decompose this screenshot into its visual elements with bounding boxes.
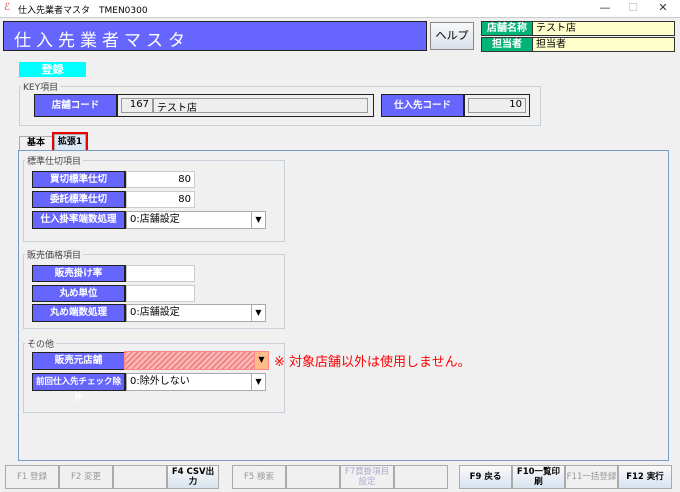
f9-back-button[interactable]: F9 戻る: [459, 465, 512, 489]
rounding-select[interactable]: 0:店舗設定 ▼: [126, 211, 266, 229]
prev-check-exclude-label: 前回仕入先チェック除外: [32, 373, 126, 403]
minimize-button[interactable]: —: [590, 1, 620, 17]
f7-payable-settings-button[interactable]: F7買掛項目設定: [340, 465, 394, 489]
round-fraction-label: 丸め端数処理: [32, 304, 126, 322]
f8-blank-button[interactable]: [394, 465, 448, 489]
title-bar: ℰ 仕入先業者マスタ TMEN0300 — ☐ ✕: [0, 0, 680, 18]
sales-rate-input[interactable]: [126, 265, 195, 282]
supplier-code-input[interactable]: 10: [468, 98, 526, 113]
store-code-input[interactable]: 167: [121, 98, 153, 113]
chevron-down-icon[interactable]: ▼: [251, 374, 265, 390]
round-fraction-select[interactable]: 0:店舗設定 ▼: [126, 304, 266, 322]
chevron-down-icon[interactable]: ▼: [254, 352, 268, 369]
f2-change-button[interactable]: F2 変更: [59, 465, 113, 489]
supplier-code-box: 10: [464, 94, 530, 117]
f12-execute-button[interactable]: F12 実行: [618, 465, 672, 489]
round-unit-input[interactable]: [126, 285, 195, 302]
round-fraction-value: 0:店舗設定: [130, 307, 180, 318]
window-title: 仕入先業者マスタ TMEN0300: [18, 6, 148, 16]
f5-search-button[interactable]: F5 検索: [232, 465, 286, 489]
staff-label: 担当者: [481, 37, 533, 52]
app-icon: ℰ: [4, 2, 11, 13]
consign-rate-input[interactable]: 80: [126, 191, 195, 208]
other-group-label: その他: [25, 337, 57, 350]
rounding-label: 仕入掛率端数処理: [32, 211, 126, 229]
source-store-note: ※ 対象店舗以外は使用しません。: [274, 355, 471, 370]
f11-bulk-register-button[interactable]: F11一括登録: [565, 465, 618, 489]
store-name-display: テスト店: [153, 98, 368, 114]
source-store-select[interactable]: ▼: [124, 351, 269, 370]
prev-check-exclude-value: 0:除外しない: [130, 376, 190, 387]
tab-basic[interactable]: 基本: [19, 136, 53, 150]
chevron-down-icon[interactable]: ▼: [251, 305, 265, 321]
store-name-value: テスト店: [532, 21, 675, 36]
buyout-rate-input[interactable]: 80: [126, 171, 195, 188]
f1-register-button[interactable]: F1 登録: [5, 465, 59, 489]
consign-rate-label: 委託標準仕切: [32, 191, 126, 208]
sales-rate-label: 販売掛け率: [32, 265, 126, 282]
close-button[interactable]: ✕: [648, 1, 678, 17]
help-button[interactable]: ヘルプ: [430, 22, 474, 50]
buyout-rate-label: 買切標準仕切: [32, 171, 126, 188]
sales-group-label: 販売価格項目: [25, 248, 84, 261]
round-unit-label: 丸め単位: [32, 285, 126, 302]
store-name-label: 店舗名称: [481, 21, 533, 36]
page-title: 仕入先業者マスタ: [3, 21, 427, 51]
chevron-down-icon[interactable]: ▼: [251, 212, 265, 228]
tab-extension1[interactable]: 拡張1: [52, 132, 88, 152]
f4-csv-export-button[interactable]: F4 CSV出力: [167, 465, 219, 489]
f3-blank-button[interactable]: [113, 465, 167, 489]
mode-badge: 登録: [19, 62, 86, 77]
staff-value: 担当者: [532, 37, 675, 52]
key-group-label: KEY項目: [21, 80, 61, 93]
store-code-box: 167 テスト店: [117, 94, 374, 117]
standard-group-label: 標準仕切項目: [25, 154, 84, 167]
source-store-label: 販売元店舗: [32, 352, 126, 370]
maximize-button[interactable]: ☐: [618, 1, 648, 17]
f6-blank-button[interactable]: [286, 465, 340, 489]
prev-check-exclude-select[interactable]: 0:除外しない ▼: [126, 373, 266, 391]
store-code-label: 店舗コード: [34, 94, 118, 117]
supplier-code-label: 仕入先コード: [381, 94, 465, 117]
f10-print-list-button[interactable]: F10一覧印刷: [512, 465, 565, 489]
rounding-value: 0:店舗設定: [130, 214, 180, 225]
